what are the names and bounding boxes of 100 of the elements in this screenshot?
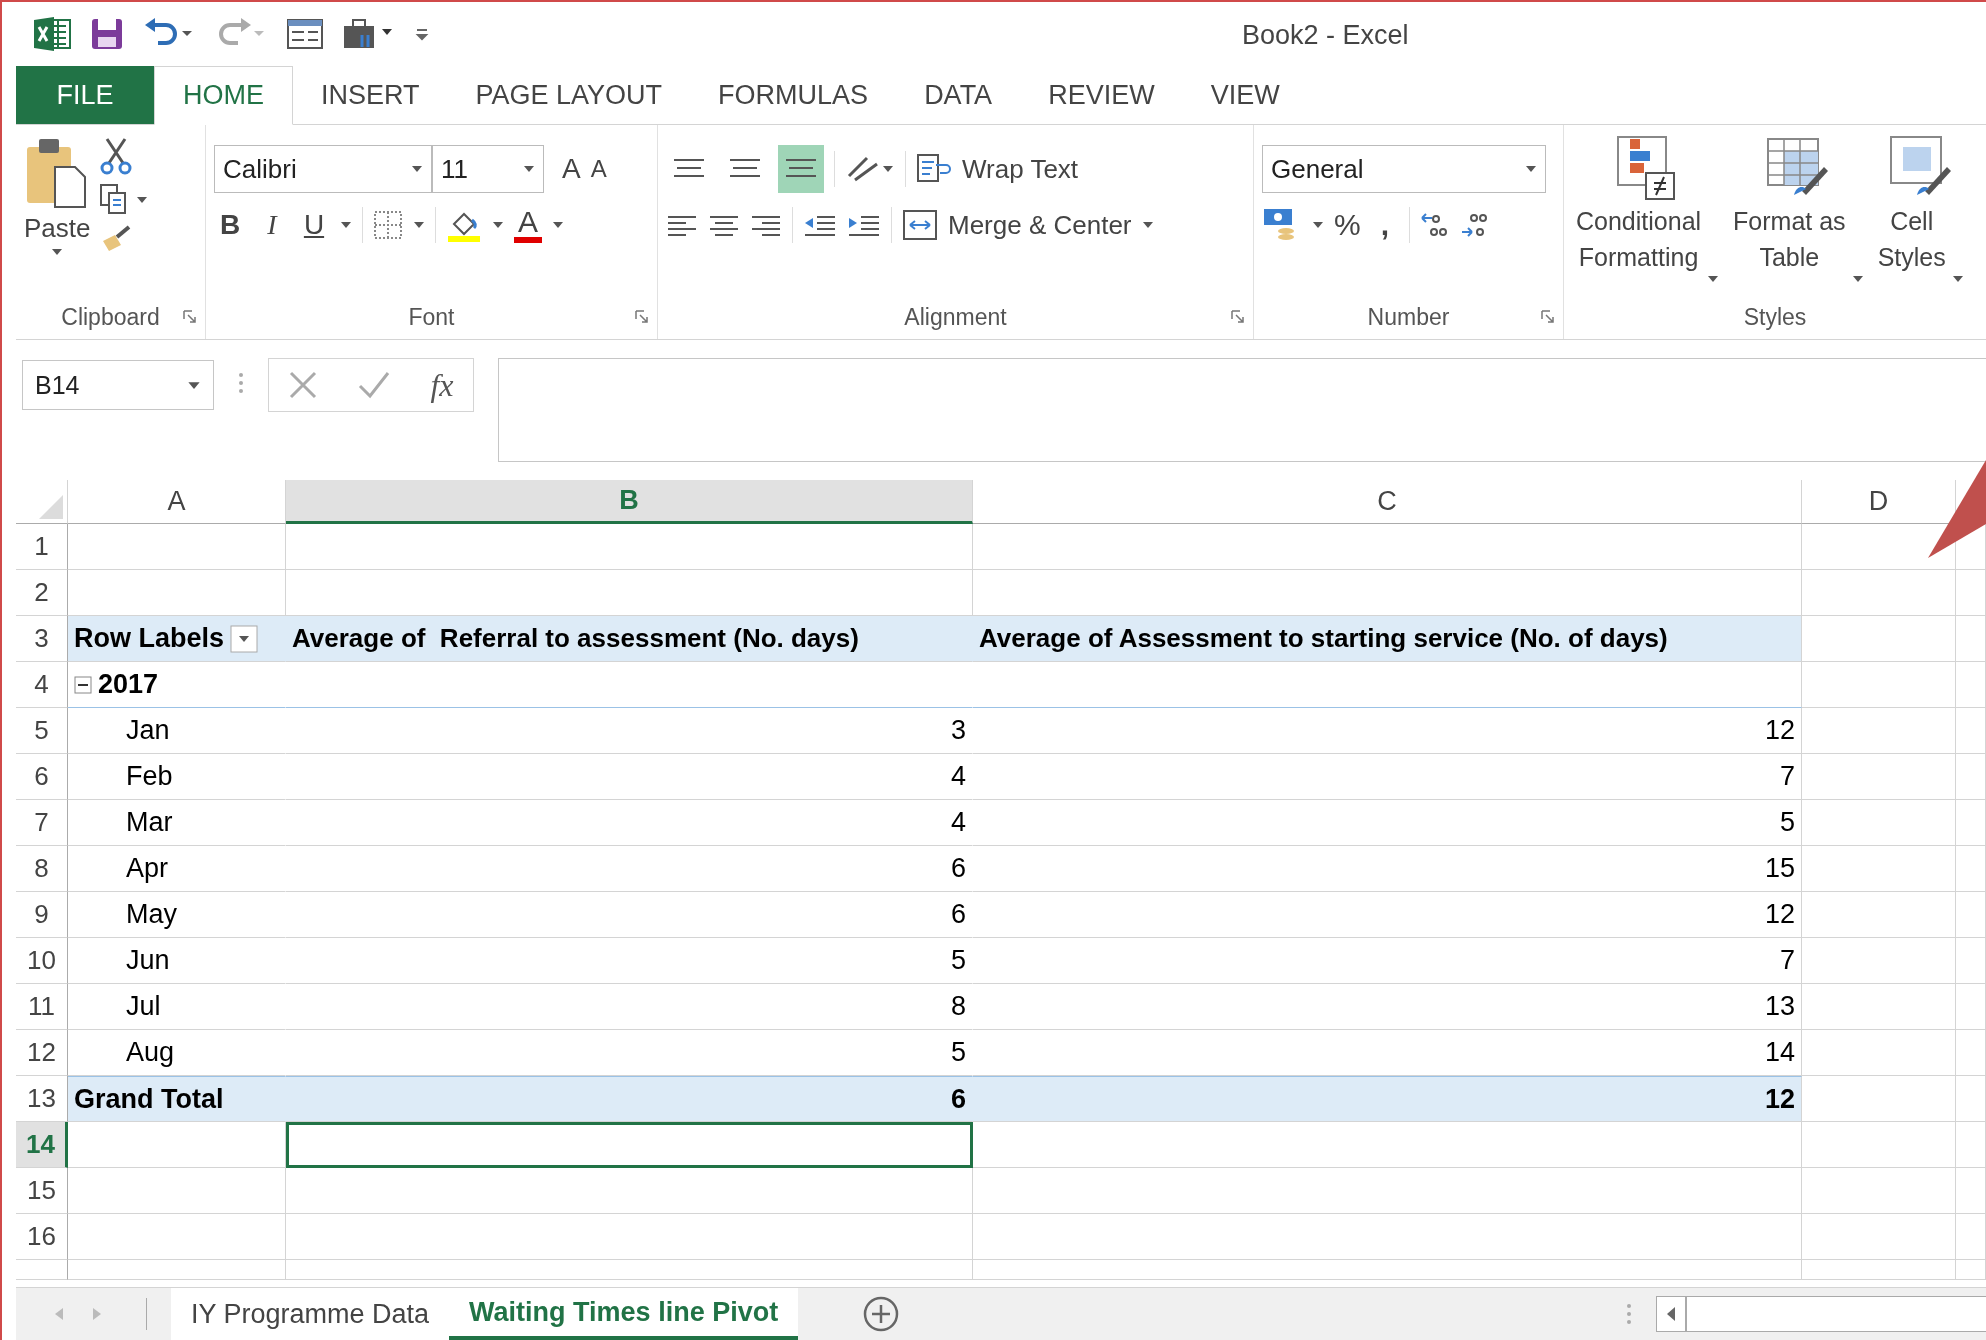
grip-icon xyxy=(1626,1303,1632,1325)
ribbon-tab[interactable]: INSERT xyxy=(293,66,448,124)
form-icon[interactable] xyxy=(286,18,324,50)
increase-indent-icon[interactable] xyxy=(847,213,881,237)
caret-icon[interactable] xyxy=(411,165,423,173)
caret-icon[interactable] xyxy=(1851,275,1864,283)
styles-button[interactable]: Conditional Formatting xyxy=(1576,203,1718,275)
formula-input[interactable] xyxy=(498,358,1986,462)
filter-dropdown-icon[interactable] xyxy=(230,624,259,653)
column-header[interactable]: C xyxy=(973,480,1802,524)
horizontal-scrollbar[interactable] xyxy=(1686,1296,1986,1332)
font-color-button[interactable]: A xyxy=(514,207,542,243)
decrease-indent-icon[interactable] xyxy=(803,213,837,237)
column-header[interactable]: B xyxy=(286,480,973,524)
shrink-font-button[interactable]: A xyxy=(590,155,607,183)
horizontal-align-icon[interactable] xyxy=(666,213,698,237)
dialog-launcher-icon[interactable] xyxy=(635,310,649,324)
wrap-text-button[interactable]: Wrap Text xyxy=(962,153,1079,185)
dialog-launcher-icon[interactable] xyxy=(1231,310,1245,324)
underline-button[interactable]: U xyxy=(298,209,330,241)
caret-icon[interactable] xyxy=(1141,221,1154,229)
table-cell: Average of Assessment to starting service (No. of days) xyxy=(973,616,1802,662)
ribbon-tab[interactable]: FORMULAS xyxy=(690,66,897,124)
row-number[interactable]: 8 xyxy=(16,846,68,892)
caret-icon[interactable] xyxy=(1525,165,1537,173)
caret-icon[interactable] xyxy=(413,221,425,229)
row-number[interactable]: 1 xyxy=(16,524,68,570)
name-box[interactable]: B14 xyxy=(22,360,214,410)
merge-icon[interactable] xyxy=(902,209,938,241)
collapse-icon[interactable] xyxy=(74,675,92,694)
dialog-launcher-icon[interactable] xyxy=(1541,310,1555,324)
table-cell: Jul xyxy=(68,984,286,1030)
italic-button[interactable]: I xyxy=(256,209,288,241)
ribbon-tab[interactable]: VIEW xyxy=(1182,66,1308,124)
ribbon-tab[interactable]: REVIEW xyxy=(1020,66,1183,124)
paste-button[interactable]: Paste xyxy=(24,213,91,244)
table-cell: 15 xyxy=(973,846,1802,892)
horizontal-align-icon[interactable] xyxy=(708,213,740,237)
number-format-dropdown[interactable]: General xyxy=(1262,145,1546,193)
caret-icon[interactable] xyxy=(340,221,352,229)
table-cell: Grand Total xyxy=(68,1076,286,1122)
grow-font-button[interactable]: A xyxy=(562,153,581,185)
table-cell: 5 xyxy=(973,800,1802,846)
row-number[interactable]: 5 xyxy=(16,708,68,754)
group-label: Alignment xyxy=(904,303,1007,331)
caret-icon[interactable] xyxy=(187,380,201,390)
horizontal-align-icon[interactable] xyxy=(750,213,782,237)
row-number[interactable]: 12 xyxy=(16,1030,68,1076)
new-sheet-icon[interactable] xyxy=(862,1295,901,1333)
row-number[interactable]: 11 xyxy=(16,984,68,1030)
table-cell: 6 xyxy=(286,1076,973,1122)
table-cell: 12 xyxy=(973,708,1802,754)
dialog-launcher-icon[interactable] xyxy=(183,310,197,324)
ribbon-tab[interactable]: DATA xyxy=(896,66,1021,124)
ribbon-tab[interactable]: FILE xyxy=(16,66,154,124)
caret-icon[interactable] xyxy=(1312,221,1324,229)
grip-icon xyxy=(238,372,244,394)
row-number[interactable]: 2 xyxy=(16,570,68,616)
table-cell: Apr xyxy=(68,846,286,892)
caret-icon[interactable] xyxy=(552,221,564,229)
caret-icon[interactable] xyxy=(1707,275,1720,283)
row-number[interactable]: 14 xyxy=(16,1122,68,1168)
styles-button[interactable]: Format as Table xyxy=(1733,203,1862,275)
bold-button[interactable]: B xyxy=(214,209,246,241)
row-number[interactable]: 16 xyxy=(16,1214,68,1260)
ribbon-tab[interactable]: PAGE LAYOUT xyxy=(447,66,691,124)
table-cell: Jun xyxy=(68,938,286,984)
merge-center-button[interactable]: Merge & Center xyxy=(948,209,1132,241)
styles-button[interactable]: Cell Styles xyxy=(1877,203,1962,275)
row-number[interactable]: 10 xyxy=(16,938,68,984)
borders-icon[interactable] xyxy=(373,210,403,240)
font-size-dropdown[interactable]: 11 xyxy=(432,145,544,193)
row-number[interactable]: 4 xyxy=(16,662,68,708)
comma-button[interactable]: , xyxy=(1370,208,1400,242)
insert-function-button[interactable]: fx xyxy=(430,366,454,404)
table-cell: 12 xyxy=(973,892,1802,938)
customize-icon[interactable] xyxy=(414,26,430,42)
caret-icon[interactable] xyxy=(492,221,504,229)
table-cell: Mar xyxy=(68,800,286,846)
wrap-text-icon[interactable] xyxy=(916,153,952,185)
caret-icon[interactable] xyxy=(51,248,64,256)
row-number[interactable]: 15 xyxy=(16,1168,68,1214)
row-number[interactable]: 9 xyxy=(16,892,68,938)
row-number[interactable]: 7 xyxy=(16,800,68,846)
sheet-tab[interactable]: Waiting Times line Pivot xyxy=(449,1288,799,1340)
caret-icon[interactable] xyxy=(1951,275,1964,283)
caret-icon[interactable] xyxy=(523,165,535,173)
scroll-left-icon[interactable] xyxy=(1656,1296,1686,1332)
row-number[interactable]: 6 xyxy=(16,754,68,800)
sheet-tab[interactable]: IY Programme Data xyxy=(171,1288,450,1340)
percent-button[interactable]: % xyxy=(1334,208,1361,242)
group-label: Clipboard xyxy=(61,303,160,331)
table-cell: 3 xyxy=(286,708,973,754)
save-icon[interactable] xyxy=(90,17,124,51)
excel-logo-icon[interactable] xyxy=(32,16,72,52)
ribbon-tab[interactable]: HOME xyxy=(154,66,293,125)
table-cell: Average of Referral to assessment (No. days) xyxy=(286,616,973,662)
font-name-dropdown[interactable]: Calibri xyxy=(214,145,432,193)
vertical-align-button[interactable] xyxy=(778,145,824,193)
cut-icon[interactable] xyxy=(98,137,133,175)
